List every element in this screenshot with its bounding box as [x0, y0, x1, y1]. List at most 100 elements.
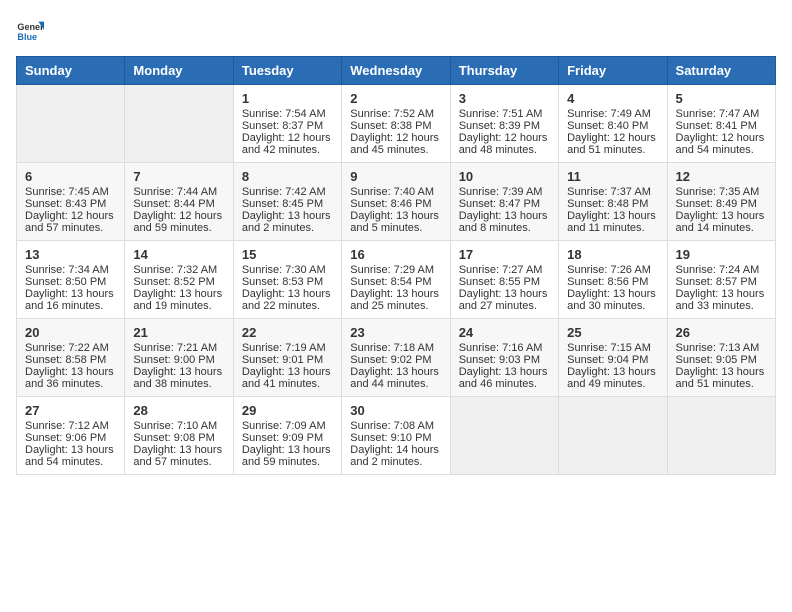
daylight-text: Daylight: 13 hours and 54 minutes.: [25, 444, 116, 468]
daylight-text: Daylight: 13 hours and 8 minutes.: [459, 210, 550, 234]
day-number: 22: [242, 325, 333, 340]
daylight-text: Daylight: 13 hours and 19 minutes.: [133, 288, 224, 312]
daylight-text: Daylight: 13 hours and 5 minutes.: [350, 210, 441, 234]
calendar-cell: 29Sunrise: 7:09 AMSunset: 9:09 PMDayligh…: [233, 397, 341, 475]
sunrise-text: Sunrise: 7:24 AM: [676, 264, 767, 276]
daylight-text: Daylight: 13 hours and 25 minutes.: [350, 288, 441, 312]
sunrise-text: Sunrise: 7:52 AM: [350, 108, 441, 120]
calendar-cell: 12Sunrise: 7:35 AMSunset: 8:49 PMDayligh…: [667, 163, 775, 241]
calendar-cell: 8Sunrise: 7:42 AMSunset: 8:45 PMDaylight…: [233, 163, 341, 241]
sunrise-text: Sunrise: 7:09 AM: [242, 420, 333, 432]
daylight-text: Daylight: 12 hours and 42 minutes.: [242, 132, 333, 156]
sunset-text: Sunset: 9:10 PM: [350, 432, 441, 444]
daylight-text: Daylight: 13 hours and 49 minutes.: [567, 366, 658, 390]
daylight-text: Daylight: 13 hours and 57 minutes.: [133, 444, 224, 468]
sunrise-text: Sunrise: 7:13 AM: [676, 342, 767, 354]
sunrise-text: Sunrise: 7:26 AM: [567, 264, 658, 276]
sunrise-text: Sunrise: 7:51 AM: [459, 108, 550, 120]
weekday-header-thursday: Thursday: [450, 57, 558, 85]
weekday-header-friday: Friday: [559, 57, 667, 85]
sunrise-text: Sunrise: 7:29 AM: [350, 264, 441, 276]
calendar-cell: 26Sunrise: 7:13 AMSunset: 9:05 PMDayligh…: [667, 319, 775, 397]
day-number: 20: [25, 325, 116, 340]
calendar-cell: 7Sunrise: 7:44 AMSunset: 8:44 PMDaylight…: [125, 163, 233, 241]
daylight-text: Daylight: 14 hours and 2 minutes.: [350, 444, 441, 468]
sunrise-text: Sunrise: 7:34 AM: [25, 264, 116, 276]
sunset-text: Sunset: 8:47 PM: [459, 198, 550, 210]
day-number: 19: [676, 247, 767, 262]
sunrise-text: Sunrise: 7:22 AM: [25, 342, 116, 354]
sunrise-text: Sunrise: 7:39 AM: [459, 186, 550, 198]
sunset-text: Sunset: 8:37 PM: [242, 120, 333, 132]
daylight-text: Daylight: 13 hours and 33 minutes.: [676, 288, 767, 312]
weekday-header-monday: Monday: [125, 57, 233, 85]
daylight-text: Daylight: 13 hours and 46 minutes.: [459, 366, 550, 390]
calendar-cell: 2Sunrise: 7:52 AMSunset: 8:38 PMDaylight…: [342, 85, 450, 163]
calendar-cell: 3 Sunrise: 7:51 AMSunset: 8:39 PMDaylight…: [450, 85, 558, 163]
daylight-text: Daylight: 12 hours and 48 minutes.: [459, 132, 550, 156]
sunset-text: Sunset: 8:50 PM: [25, 276, 116, 288]
calendar-cell: 28Sunrise: 7:10 AMSunset: 9:08 PMDayligh…: [125, 397, 233, 475]
sunset-text: Sunset: 9:04 PM: [567, 354, 658, 366]
sunrise-text: Sunrise: 7:19 AM: [242, 342, 333, 354]
day-number: 10: [459, 169, 550, 184]
calendar-cell: 17Sunrise: 7:27 AMSunset: 8:55 PMDayligh…: [450, 241, 558, 319]
calendar-cell: 10 Sunrise: 7:39 AMSunset: 8:47 PMDayligh…: [450, 163, 558, 241]
calendar-cell: 21Sunrise: 7:21 AMSunset: 9:00 PMDayligh…: [125, 319, 233, 397]
calendar-cell: [667, 397, 775, 475]
day-number: 8: [242, 169, 333, 184]
calendar-cell: 5Sunrise: 7:47 AMSunset: 8:41 PMDaylight…: [667, 85, 775, 163]
calendar-cell: [559, 397, 667, 475]
sunset-text: Sunset: 8:54 PM: [350, 276, 441, 288]
calendar-cell: 27Sunrise: 7:12 AMSunset: 9:06 PMDayligh…: [17, 397, 125, 475]
day-number: 15: [242, 247, 333, 262]
sunset-text: Sunset: 8:41 PM: [676, 120, 767, 132]
sunrise-text: Sunrise: 7:42 AM: [242, 186, 333, 198]
daylight-text: Daylight: 13 hours and 38 minutes.: [133, 366, 224, 390]
day-number: 26: [676, 325, 767, 340]
sunrise-text: Sunrise: 7:44 AM: [133, 186, 224, 198]
calendar-cell: 25Sunrise: 7:15 AMSunset: 9:04 PMDayligh…: [559, 319, 667, 397]
generalblue-logo-icon: General Blue: [16, 16, 44, 44]
day-number: 3: [459, 91, 550, 106]
daylight-text: Daylight: 13 hours and 2 minutes.: [242, 210, 333, 234]
sunset-text: Sunset: 8:43 PM: [25, 198, 116, 210]
day-number: 17: [459, 247, 550, 262]
calendar-cell: 30Sunrise: 7:08 AMSunset: 9:10 PMDayligh…: [342, 397, 450, 475]
sunset-text: Sunset: 8:39 PM: [459, 120, 550, 132]
calendar-cell: 1Sunrise: 7:54 AMSunset: 8:37 PMDaylight…: [233, 85, 341, 163]
sunrise-text: Sunrise: 7:49 AM: [567, 108, 658, 120]
sunset-text: Sunset: 8:58 PM: [25, 354, 116, 366]
sunset-text: Sunset: 9:05 PM: [676, 354, 767, 366]
logo: General Blue: [16, 16, 44, 44]
daylight-text: Daylight: 13 hours and 16 minutes.: [25, 288, 116, 312]
day-number: 29: [242, 403, 333, 418]
header: General Blue: [16, 16, 776, 44]
daylight-text: Daylight: 13 hours and 30 minutes.: [567, 288, 658, 312]
day-number: 23: [350, 325, 441, 340]
daylight-text: Daylight: 12 hours and 51 minutes.: [567, 132, 658, 156]
day-number: 14: [133, 247, 224, 262]
sunrise-text: Sunrise: 7:54 AM: [242, 108, 333, 120]
day-number: 11: [567, 169, 658, 184]
daylight-text: Daylight: 12 hours and 57 minutes.: [25, 210, 116, 234]
calendar-table: SundayMondayTuesdayWednesdayThursdayFrid…: [16, 56, 776, 475]
sunset-text: Sunset: 9:08 PM: [133, 432, 224, 444]
weekday-header-sunday: Sunday: [17, 57, 125, 85]
sunset-text: Sunset: 9:03 PM: [459, 354, 550, 366]
sunset-text: Sunset: 8:52 PM: [133, 276, 224, 288]
daylight-text: Daylight: 13 hours and 11 minutes.: [567, 210, 658, 234]
calendar-cell: [17, 85, 125, 163]
sunrise-text: Sunrise: 7:27 AM: [459, 264, 550, 276]
daylight-text: Daylight: 13 hours and 44 minutes.: [350, 366, 441, 390]
sunrise-text: Sunrise: 7:21 AM: [133, 342, 224, 354]
calendar-cell: 6Sunrise: 7:45 AMSunset: 8:43 PMDaylight…: [17, 163, 125, 241]
day-number: 7: [133, 169, 224, 184]
day-number: 13: [25, 247, 116, 262]
sunset-text: Sunset: 8:40 PM: [567, 120, 658, 132]
svg-text:Blue: Blue: [17, 32, 37, 42]
calendar-cell: 16Sunrise: 7:29 AMSunset: 8:54 PMDayligh…: [342, 241, 450, 319]
sunrise-text: Sunrise: 7:40 AM: [350, 186, 441, 198]
sunset-text: Sunset: 9:01 PM: [242, 354, 333, 366]
day-number: 5: [676, 91, 767, 106]
